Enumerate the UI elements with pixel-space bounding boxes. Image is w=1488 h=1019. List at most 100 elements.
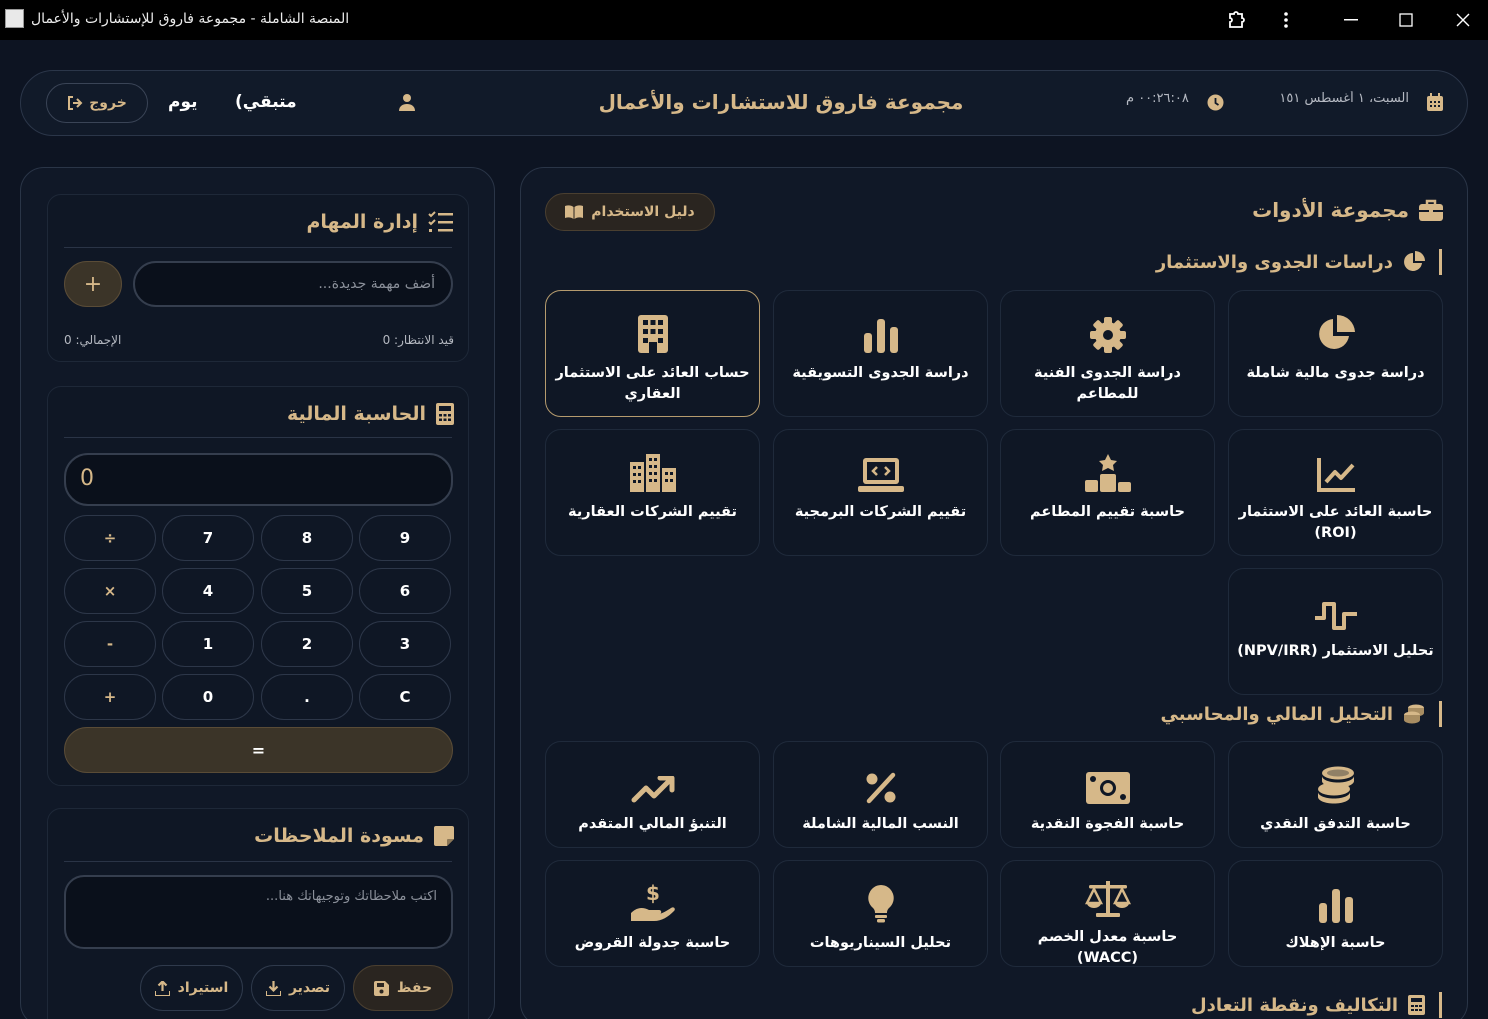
equals-button[interactable]: =: [64, 727, 453, 773]
tool-card[interactable]: تقييم الشركات العقارية: [545, 429, 760, 556]
calc-key[interactable]: 7: [162, 515, 254, 561]
briefcase-icon: [1419, 199, 1443, 221]
tool-card[interactable]: التنبؤ المالي المتقدم: [545, 741, 760, 848]
tool-card[interactable]: $ حاسبة جدولة القروض: [545, 860, 760, 967]
divider: [64, 437, 452, 438]
calc-key[interactable]: +: [64, 674, 156, 720]
import-label: استيراد: [177, 980, 229, 996]
calc-key[interactable]: ×: [64, 568, 156, 614]
calc-key[interactable]: 9: [359, 515, 451, 561]
calc-key[interactable]: 6: [359, 568, 451, 614]
logout-button[interactable]: خروج: [46, 83, 148, 123]
divider: [64, 861, 452, 862]
section-costs-title: التكاليف ونقطة التعادل: [1191, 994, 1398, 1016]
total-count: الإجمالي: 0: [64, 333, 122, 347]
percent-icon: [865, 760, 897, 804]
tool-card[interactable]: حاسبة تقييم المطاعم: [1000, 429, 1215, 556]
tool-label: تقييم الشركات العقارية: [568, 504, 737, 520]
calc-key[interactable]: 5: [261, 568, 353, 614]
tool-card[interactable]: حاسبة الفجوة النقدية: [1000, 741, 1215, 848]
calc-key[interactable]: 0: [162, 674, 254, 720]
tool-card[interactable]: تحليل السيناريوهات: [773, 860, 988, 967]
tool-label: حاسبة العائد على الاستثمار (ROI): [1238, 504, 1433, 541]
remaining-label: (متبقي: [235, 92, 297, 112]
section-financial-header: التحليل المالي والمحاسبي: [1161, 701, 1442, 727]
user-guide-button[interactable]: دليل الاستخدام: [545, 193, 715, 231]
notes-title: مسودة الملاحظات: [254, 825, 454, 847]
close-icon[interactable]: [1446, 6, 1480, 34]
maximize-icon[interactable]: [1389, 6, 1423, 34]
tool-card[interactable]: تحليل الاستثمار (NPV/IRR): [1228, 568, 1443, 695]
calc-key[interactable]: 2: [261, 621, 353, 667]
sidebar-panel: إدارة المهام أضف مهمة جديدة... + قيد الا…: [20, 167, 495, 1019]
calc-key[interactable]: 1: [162, 621, 254, 667]
extension-icon[interactable]: [1220, 6, 1254, 34]
tool-card[interactable]: دراسة جدوى مالية شاملة: [1228, 290, 1443, 417]
money-bill-icon: [1085, 760, 1130, 804]
bar-chart-icon: [863, 309, 898, 353]
scale-icon: [1084, 879, 1131, 917]
save-icon: [373, 980, 389, 996]
download-icon: [265, 980, 281, 996]
clock-icon: [1207, 94, 1224, 115]
tool-label: النسب المالية الشاملة: [802, 816, 959, 832]
section-feasibility-title: دراسات الجدوى والاستثمار: [1155, 251, 1393, 273]
notes-card: مسودة الملاحظات اكتب ملاحظاتك وتوجيهاتك …: [47, 808, 469, 1019]
hand-dollar-icon: $: [630, 879, 675, 923]
tool-card[interactable]: دراسة الجدوى التسويقية: [773, 290, 988, 417]
bar-chart-icon: [1318, 879, 1353, 923]
tool-label: حاسبة جدولة القروض: [574, 935, 731, 951]
calculator-display-value: 0: [80, 466, 94, 491]
laptop-code-icon: [857, 448, 904, 492]
tool-card[interactable]: حاسبة الإهلاك: [1228, 860, 1443, 967]
section-costs-header: التكاليف ونقطة التعادل: [1191, 992, 1442, 1018]
section-accent-bar: [1439, 701, 1442, 727]
city-icon: [629, 448, 676, 492]
tool-label: حاسبة معدل الخصم (WACC): [1037, 929, 1178, 966]
tool-label: حاسبة الفجوة النقدية: [1030, 816, 1185, 832]
coins-stack-icon: [1404, 704, 1424, 724]
app-icon: [5, 9, 24, 28]
tool-card[interactable]: تقييم الشركات البرمجية: [773, 429, 988, 556]
tasks-title: إدارة المهام: [306, 211, 454, 233]
calc-key[interactable]: .: [261, 674, 353, 720]
notes-title-text: مسودة الملاحظات: [254, 825, 424, 847]
calc-key[interactable]: 4: [162, 568, 254, 614]
tool-card[interactable]: حاسبة العائد على الاستثمار (ROI): [1228, 429, 1443, 556]
tool-label: حساب العائد على الاستثمار العقاري: [555, 365, 750, 402]
tool-card[interactable]: حساب العائد على الاستثمار العقاري: [545, 290, 760, 417]
notes-textarea[interactable]: اكتب ملاحظاتك وتوجيهاتك هنا...: [64, 875, 453, 949]
tool-label: دراسة الجدوى الفنية للمطاعم: [1034, 365, 1181, 402]
tool-label: تحليل الاستثمار (NPV/IRR): [1237, 643, 1434, 659]
tool-label: حاسبة التدفق النقدي: [1260, 816, 1411, 832]
date-text: السبت، ١ أغسطس ١٥١: [1279, 91, 1409, 106]
export-button[interactable]: تصدير: [251, 965, 345, 1011]
notes-placeholder: اكتب ملاحظاتك وتوجيهاتك هنا...: [265, 889, 437, 904]
tasks-title-text: إدارة المهام: [306, 211, 418, 233]
time-text: ٠٠:٢٦:٠٨ م: [1126, 91, 1189, 106]
minimize-icon[interactable]: [1334, 6, 1368, 34]
tool-label: دراسة الجدوى التسويقية: [792, 365, 969, 381]
pending-count: قيد الانتظار: 0: [382, 333, 454, 347]
calc-key[interactable]: ÷: [64, 515, 156, 561]
top-header: خروج يوم (متبقي مجموعة فاروق للاستشارات …: [20, 70, 1468, 136]
calc-key[interactable]: -: [64, 621, 156, 667]
window-title: المنصة الشاملة - مجموعة فاروق للإستشارات…: [31, 11, 350, 27]
tool-card[interactable]: حاسبة معدل الخصم (WACC): [1000, 860, 1215, 967]
calc-key[interactable]: 3: [359, 621, 451, 667]
gear-icon: [1089, 309, 1126, 353]
import-button[interactable]: استيراد: [140, 965, 243, 1011]
trend-up-icon: [631, 760, 675, 804]
tool-card[interactable]: النسب المالية الشاملة: [773, 741, 988, 848]
add-task-button[interactable]: +: [64, 261, 122, 307]
save-button[interactable]: حفظ: [353, 965, 453, 1011]
calc-key[interactable]: C: [359, 674, 451, 720]
more-options-icon[interactable]: [1269, 6, 1303, 34]
sticky-note-icon: [434, 826, 454, 846]
user-guide-label: دليل الاستخدام: [591, 204, 695, 220]
calculator-display: 0: [64, 453, 453, 506]
new-task-input[interactable]: أضف مهمة جديدة...: [133, 261, 453, 307]
tool-card[interactable]: حاسبة التدفق النقدي: [1228, 741, 1443, 848]
tool-card[interactable]: دراسة الجدوى الفنية للمطاعم: [1000, 290, 1215, 417]
calc-key[interactable]: 8: [261, 515, 353, 561]
